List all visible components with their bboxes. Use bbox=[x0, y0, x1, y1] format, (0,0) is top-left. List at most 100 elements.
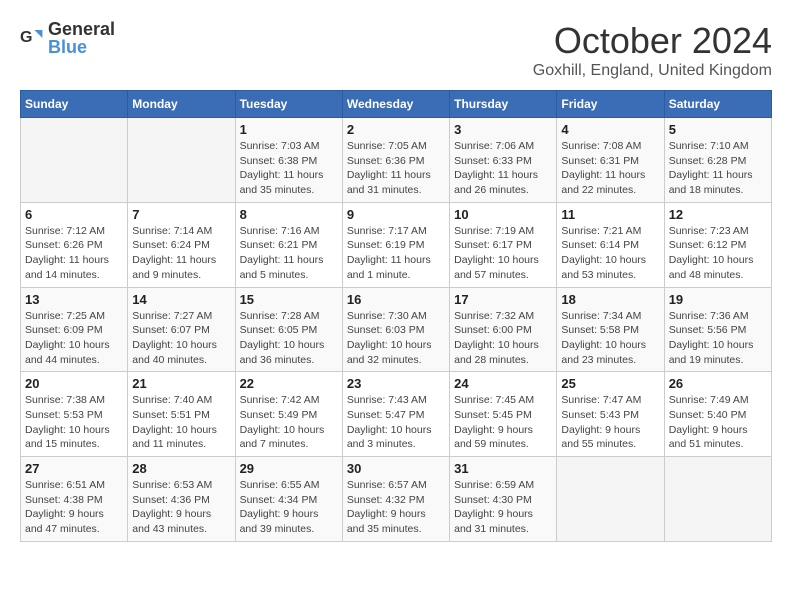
day-number: 19 bbox=[669, 292, 767, 307]
calendar-cell: 15 Sunrise: 7:28 AM Sunset: 6:05 PM Dayli… bbox=[235, 287, 342, 372]
day-info: Sunrise: 7:32 AM Sunset: 6:00 PM Dayligh… bbox=[454, 309, 552, 368]
day-number: 16 bbox=[347, 292, 445, 307]
calendar-cell: 1 Sunrise: 7:03 AM Sunset: 6:38 PM Daylig… bbox=[235, 118, 342, 203]
calendar-cell: 16 Sunrise: 7:30 AM Sunset: 6:03 PM Dayli… bbox=[342, 287, 449, 372]
calendar-cell bbox=[664, 457, 771, 542]
day-info: Sunrise: 6:59 AM Sunset: 4:30 PM Dayligh… bbox=[454, 478, 552, 537]
day-info: Sunrise: 7:40 AM Sunset: 5:51 PM Dayligh… bbox=[132, 393, 230, 452]
logo-text: General Blue bbox=[48, 20, 115, 56]
day-number: 8 bbox=[240, 207, 338, 222]
calendar-week-1: 6Sunrise: 7:12 AM Sunset: 6:26 PM Daylig… bbox=[21, 202, 772, 287]
day-info: Sunrise: 7:16 AM Sunset: 6:21 PM Dayligh… bbox=[240, 224, 338, 283]
calendar-week-3: 20Sunrise: 7:38 AM Sunset: 5:53 PM Dayli… bbox=[21, 372, 772, 457]
calendar-cell: 17 Sunrise: 7:32 AM Sunset: 6:00 PM Dayli… bbox=[450, 287, 557, 372]
calendar-cell: 2Sunrise: 7:05 AM Sunset: 6:36 PM Daylig… bbox=[342, 118, 449, 203]
day-number: 10 bbox=[454, 207, 552, 222]
calendar-cell: 12Sunrise: 7:23 AM Sunset: 6:12 PM Dayli… bbox=[664, 202, 771, 287]
day-info: Sunrise: 7:21 AM Sunset: 6:14 PM Dayligh… bbox=[561, 224, 659, 283]
calendar-cell: 20Sunrise: 7:38 AM Sunset: 5:53 PM Dayli… bbox=[21, 372, 128, 457]
day-number: 4 bbox=[561, 122, 659, 137]
day-info: Sunrise: 6:53 AM Sunset: 4:36 PM Dayligh… bbox=[132, 478, 230, 537]
calendar-cell: 11 Sunrise: 7:21 AM Sunset: 6:14 PM Dayli… bbox=[557, 202, 664, 287]
day-info: Sunrise: 7:47 AM Sunset: 5:43 PM Dayligh… bbox=[561, 393, 659, 452]
day-info: Sunrise: 7:23 AM Sunset: 6:12 PM Dayligh… bbox=[669, 224, 767, 283]
calendar-cell: 25 Sunrise: 7:47 AM Sunset: 5:43 PM Dayli… bbox=[557, 372, 664, 457]
day-info: Sunrise: 7:49 AM Sunset: 5:40 PM Dayligh… bbox=[669, 393, 767, 452]
header-friday: Friday bbox=[557, 91, 664, 118]
day-number: 5 bbox=[669, 122, 767, 137]
logo-general: General bbox=[48, 20, 115, 38]
day-info: Sunrise: 7:30 AM Sunset: 6:03 PM Dayligh… bbox=[347, 309, 445, 368]
calendar-cell: 23 Sunrise: 7:43 AM Sunset: 5:47 PM Dayli… bbox=[342, 372, 449, 457]
header-sunday: Sunday bbox=[21, 91, 128, 118]
calendar-header: Sunday Monday Tuesday Wednesday Thursday… bbox=[21, 91, 772, 118]
logo-icon: G bbox=[20, 26, 44, 50]
day-number: 18 bbox=[561, 292, 659, 307]
calendar-cell: 31Sunrise: 6:59 AM Sunset: 4:30 PM Dayli… bbox=[450, 457, 557, 542]
logo-blue: Blue bbox=[48, 38, 115, 56]
calendar-cell: 6Sunrise: 7:12 AM Sunset: 6:26 PM Daylig… bbox=[21, 202, 128, 287]
day-number: 17 bbox=[454, 292, 552, 307]
day-number: 22 bbox=[240, 376, 338, 391]
calendar-cell: 13 Sunrise: 7:25 AM Sunset: 6:09 PM Dayli… bbox=[21, 287, 128, 372]
day-info: Sunrise: 7:17 AM Sunset: 6:19 PM Dayligh… bbox=[347, 224, 445, 283]
calendar-cell: 10Sunrise: 7:19 AM Sunset: 6:17 PM Dayli… bbox=[450, 202, 557, 287]
calendar-cell: 27 Sunrise: 6:51 AM Sunset: 4:38 PM Dayli… bbox=[21, 457, 128, 542]
day-number: 9 bbox=[347, 207, 445, 222]
day-number: 3 bbox=[454, 122, 552, 137]
header-monday: Monday bbox=[128, 91, 235, 118]
calendar-cell: 3 Sunrise: 7:06 AM Sunset: 6:33 PM Daylig… bbox=[450, 118, 557, 203]
day-number: 15 bbox=[240, 292, 338, 307]
location: Goxhill, England, United Kingdom bbox=[533, 62, 772, 80]
day-number: 1 bbox=[240, 122, 338, 137]
header-thursday: Thursday bbox=[450, 91, 557, 118]
day-info: Sunrise: 7:14 AM Sunset: 6:24 PM Dayligh… bbox=[132, 224, 230, 283]
day-number: 11 bbox=[561, 207, 659, 222]
day-number: 24 bbox=[454, 376, 552, 391]
page-header: G General Blue October 2024 Goxhill, Eng… bbox=[20, 20, 772, 80]
day-number: 26 bbox=[669, 376, 767, 391]
calendar-cell bbox=[128, 118, 235, 203]
day-info: Sunrise: 6:57 AM Sunset: 4:32 PM Dayligh… bbox=[347, 478, 445, 537]
day-number: 21 bbox=[132, 376, 230, 391]
calendar-cell: 30 Sunrise: 6:57 AM Sunset: 4:32 PM Dayli… bbox=[342, 457, 449, 542]
header-wednesday: Wednesday bbox=[342, 91, 449, 118]
calendar-cell: 9 Sunrise: 7:17 AM Sunset: 6:19 PM Daylig… bbox=[342, 202, 449, 287]
day-info: Sunrise: 7:06 AM Sunset: 6:33 PM Dayligh… bbox=[454, 139, 552, 198]
svg-text:G: G bbox=[20, 29, 32, 46]
calendar-table: Sunday Monday Tuesday Wednesday Thursday… bbox=[20, 90, 772, 542]
day-info: Sunrise: 7:25 AM Sunset: 6:09 PM Dayligh… bbox=[25, 309, 123, 368]
calendar-cell: 28Sunrise: 6:53 AM Sunset: 4:36 PM Dayli… bbox=[128, 457, 235, 542]
day-info: Sunrise: 7:43 AM Sunset: 5:47 PM Dayligh… bbox=[347, 393, 445, 452]
header-saturday: Saturday bbox=[664, 91, 771, 118]
calendar-cell: 4Sunrise: 7:08 AM Sunset: 6:31 PM Daylig… bbox=[557, 118, 664, 203]
day-info: Sunrise: 7:28 AM Sunset: 6:05 PM Dayligh… bbox=[240, 309, 338, 368]
day-number: 27 bbox=[25, 461, 123, 476]
day-number: 23 bbox=[347, 376, 445, 391]
calendar-cell: 29Sunrise: 6:55 AM Sunset: 4:34 PM Dayli… bbox=[235, 457, 342, 542]
calendar-cell: 18Sunrise: 7:34 AM Sunset: 5:58 PM Dayli… bbox=[557, 287, 664, 372]
day-info: Sunrise: 7:27 AM Sunset: 6:07 PM Dayligh… bbox=[132, 309, 230, 368]
calendar-body: 1 Sunrise: 7:03 AM Sunset: 6:38 PM Daylig… bbox=[21, 118, 772, 542]
calendar-week-0: 1 Sunrise: 7:03 AM Sunset: 6:38 PM Daylig… bbox=[21, 118, 772, 203]
day-number: 25 bbox=[561, 376, 659, 391]
day-number: 7 bbox=[132, 207, 230, 222]
day-info: Sunrise: 7:03 AM Sunset: 6:38 PM Dayligh… bbox=[240, 139, 338, 198]
calendar-week-2: 13 Sunrise: 7:25 AM Sunset: 6:09 PM Dayli… bbox=[21, 287, 772, 372]
title-area: October 2024 Goxhill, England, United Ki… bbox=[533, 20, 772, 80]
calendar-cell: 26 Sunrise: 7:49 AM Sunset: 5:40 PM Dayli… bbox=[664, 372, 771, 457]
calendar-cell: 24Sunrise: 7:45 AM Sunset: 5:45 PM Dayli… bbox=[450, 372, 557, 457]
day-info: Sunrise: 7:05 AM Sunset: 6:36 PM Dayligh… bbox=[347, 139, 445, 198]
day-number: 30 bbox=[347, 461, 445, 476]
calendar-cell: 19 Sunrise: 7:36 AM Sunset: 5:56 PM Dayli… bbox=[664, 287, 771, 372]
day-info: Sunrise: 7:36 AM Sunset: 5:56 PM Dayligh… bbox=[669, 309, 767, 368]
day-number: 29 bbox=[240, 461, 338, 476]
month-title: October 2024 bbox=[533, 20, 772, 62]
calendar-week-4: 27 Sunrise: 6:51 AM Sunset: 4:38 PM Dayli… bbox=[21, 457, 772, 542]
day-number: 6 bbox=[25, 207, 123, 222]
day-number: 20 bbox=[25, 376, 123, 391]
day-number: 13 bbox=[25, 292, 123, 307]
calendar-cell bbox=[557, 457, 664, 542]
calendar-cell: 22Sunrise: 7:42 AM Sunset: 5:49 PM Dayli… bbox=[235, 372, 342, 457]
day-info: Sunrise: 6:51 AM Sunset: 4:38 PM Dayligh… bbox=[25, 478, 123, 537]
